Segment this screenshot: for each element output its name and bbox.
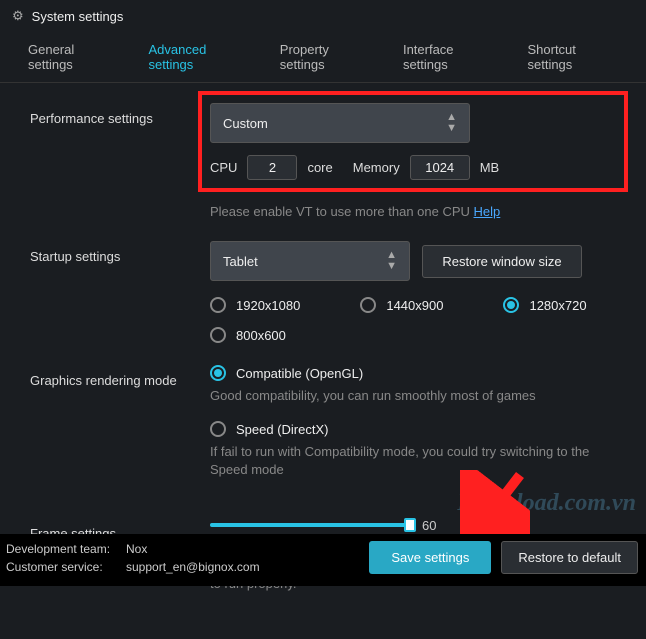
graphics-compatible[interactable]: Compatible (OpenGL) bbox=[210, 365, 616, 381]
startup-mode-select[interactable]: Tablet ▲▼ bbox=[210, 241, 410, 281]
resolution-1440x900[interactable]: 1440x900 bbox=[360, 297, 443, 313]
compatible-desc: Good compatibility, you can run smoothly… bbox=[210, 387, 616, 405]
slider-thumb[interactable] bbox=[404, 518, 416, 532]
core-label: core bbox=[307, 160, 332, 175]
highlight-box: Custom ▲▼ CPU 2 core Memory 1024 MB bbox=[198, 91, 628, 192]
save-settings-button[interactable]: Save settings bbox=[369, 541, 491, 574]
dev-team-value: Nox bbox=[126, 542, 147, 556]
fps-slider[interactable] bbox=[210, 523, 410, 527]
cpu-input[interactable]: 2 bbox=[247, 155, 297, 180]
performance-mode-select[interactable]: Custom ▲▼ bbox=[210, 103, 470, 143]
radio-icon bbox=[210, 365, 226, 381]
customer-service-value: support_en@bignox.com bbox=[126, 560, 260, 574]
resolution-1280x720[interactable]: 1280x720 bbox=[503, 297, 586, 313]
tab-property[interactable]: Property settings bbox=[264, 32, 387, 82]
mb-label: MB bbox=[480, 160, 500, 175]
fps-value: 60 bbox=[422, 518, 436, 533]
startup-label: Startup settings bbox=[30, 241, 210, 343]
radio-icon bbox=[210, 297, 226, 313]
cpu-label: CPU bbox=[210, 160, 237, 175]
radio-icon bbox=[503, 297, 519, 313]
restore-default-button[interactable]: Restore to default bbox=[501, 541, 638, 574]
chevron-updown-icon: ▲▼ bbox=[386, 250, 397, 272]
resolution-800x600[interactable]: 800x600 bbox=[210, 327, 286, 343]
performance-label: Performance settings bbox=[30, 103, 210, 219]
radio-icon bbox=[210, 421, 226, 437]
footer: Development team: Nox Customer service: … bbox=[0, 534, 646, 586]
window-header: ⚙ System settings bbox=[0, 0, 646, 32]
tabs-bar: General settings Advanced settings Prope… bbox=[0, 32, 646, 83]
tab-advanced[interactable]: Advanced settings bbox=[132, 32, 263, 82]
gear-icon: ⚙ bbox=[12, 8, 24, 24]
performance-mode-value: Custom bbox=[223, 116, 268, 131]
radio-icon bbox=[210, 327, 226, 343]
startup-mode-value: Tablet bbox=[223, 254, 258, 269]
graphics-label: Graphics rendering mode bbox=[30, 365, 210, 496]
help-link[interactable]: Help bbox=[474, 204, 501, 219]
vt-hint: Please enable VT to use more than one CP… bbox=[210, 204, 616, 219]
tab-shortcut[interactable]: Shortcut settings bbox=[511, 32, 634, 82]
radio-icon bbox=[360, 297, 376, 313]
tab-general[interactable]: General settings bbox=[12, 32, 132, 82]
resolution-1920x1080[interactable]: 1920x1080 bbox=[210, 297, 300, 313]
graphics-speed[interactable]: Speed (DirectX) bbox=[210, 421, 616, 437]
restore-window-button[interactable]: Restore window size bbox=[422, 245, 582, 278]
tab-interface[interactable]: Interface settings bbox=[387, 32, 512, 82]
dev-team-label: Development team: bbox=[6, 542, 126, 556]
memory-label: Memory bbox=[353, 160, 400, 175]
memory-input[interactable]: 1024 bbox=[410, 155, 470, 180]
customer-service-label: Customer service: bbox=[6, 560, 126, 574]
chevron-updown-icon: ▲▼ bbox=[446, 112, 457, 134]
speed-desc: If fail to run with Compatibility mode, … bbox=[210, 443, 616, 479]
window-title: System settings bbox=[32, 9, 124, 24]
